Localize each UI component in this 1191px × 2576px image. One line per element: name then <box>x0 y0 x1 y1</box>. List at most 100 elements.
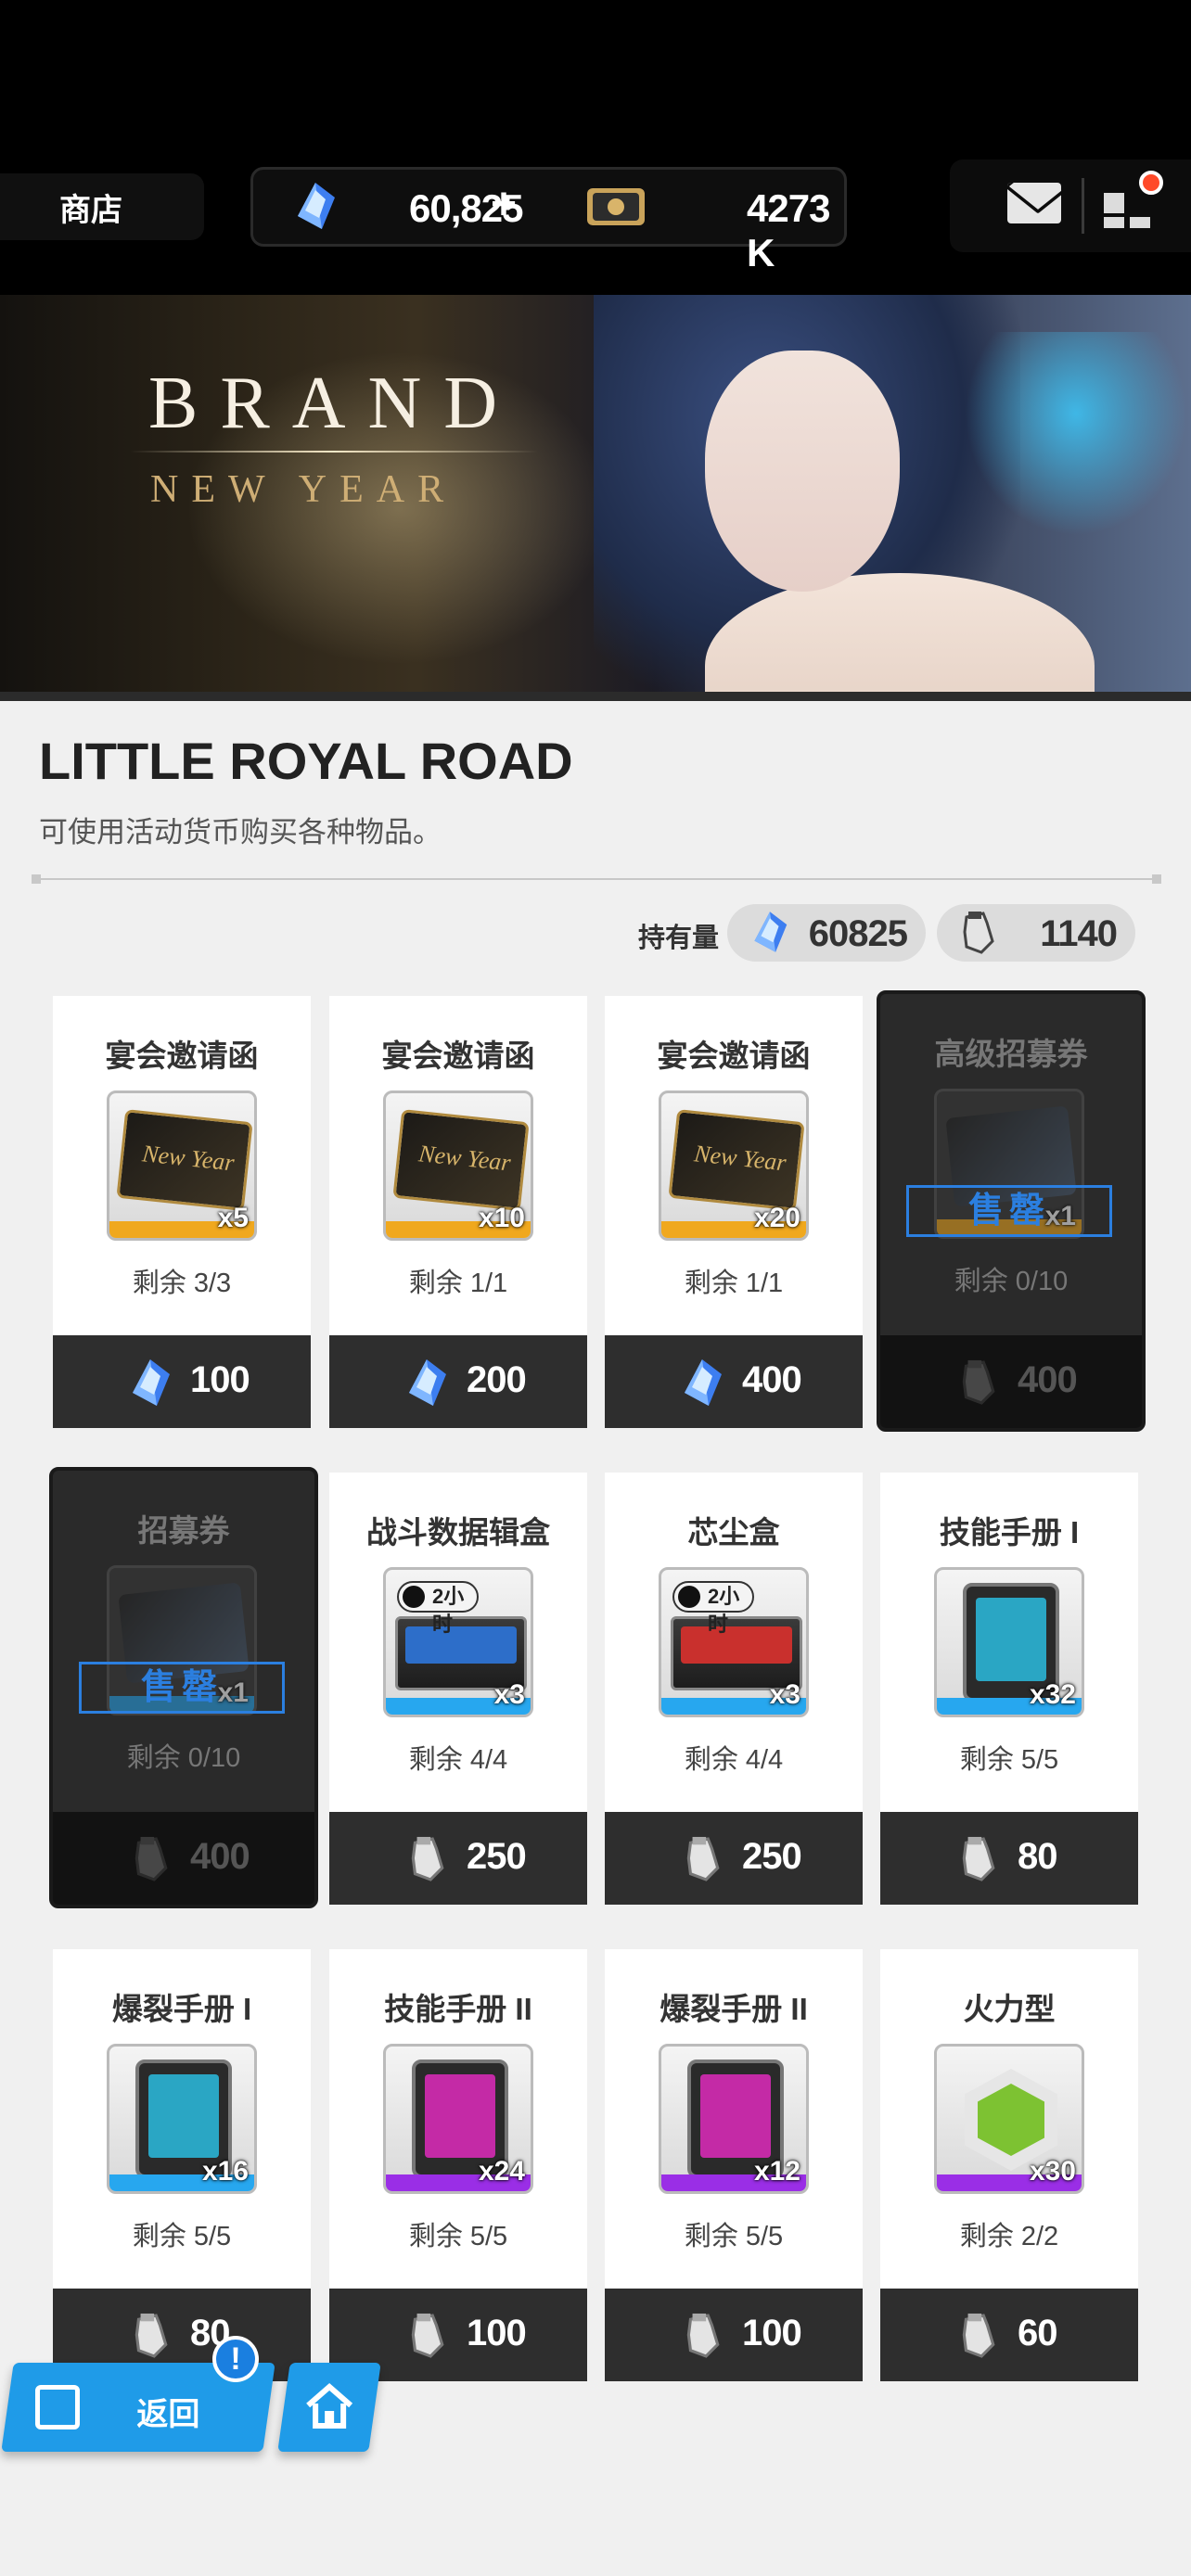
item-name: 火力型 <box>963 1992 1056 2026</box>
item-price: 200 <box>467 1359 527 1400</box>
shop-item-card[interactable]: 爆裂手册 II x12 剩余 5/5 100 <box>605 1949 863 2381</box>
item-icon: x16 <box>107 2044 257 2194</box>
item-icon: x32 <box>934 1567 1084 1717</box>
item-icon: New Year x5 <box>107 1090 257 1241</box>
price-bar: 400 <box>53 1812 314 1905</box>
character-art <box>705 351 900 592</box>
bottle-token-icon <box>405 1834 448 1884</box>
currency-bar: 60,825 + 4273 K <box>250 167 847 274</box>
bottle-token-icon <box>129 1834 172 1884</box>
item-name: 高级招募券 <box>934 1037 1088 1071</box>
timer-badge: 2小时 <box>672 1581 754 1636</box>
credit-amount: 4273 K <box>747 186 830 274</box>
bottle-token-icon <box>405 2311 448 2361</box>
item-price: 400 <box>190 1836 250 1877</box>
item-remaining: 剩余 4/4 <box>684 1745 784 1775</box>
shop-item-card[interactable]: 宴会邀请函 New Year x10 剩余 1/1 200 <box>329 996 587 1428</box>
holding-gem: 60825 <box>727 904 926 962</box>
sold-out-stamp: 售罄 <box>906 1185 1112 1237</box>
item-remaining: 剩余 1/1 <box>684 1269 784 1298</box>
item-price: 60 <box>1018 2313 1057 2353</box>
shop-item-card[interactable]: 爆裂手册 Ix16 剩余 5/5 80 <box>53 1949 311 2381</box>
item-name: 招募券 <box>137 1513 230 1548</box>
gem-icon <box>754 912 788 952</box>
item-quantity: x24 <box>478 2156 525 2187</box>
item-name: 芯尘盒 <box>687 1515 780 1549</box>
item-remaining: 剩余 5/5 <box>408 2222 508 2251</box>
item-icon: x12 <box>659 2044 809 2194</box>
event-banner: BRAND NEW YEAR <box>0 295 1191 701</box>
toolbar-right <box>950 159 1191 252</box>
item-price: 100 <box>467 2313 527 2353</box>
shop-item-card[interactable]: 技能手册 II x24 剩余 5/5 100 <box>329 1949 587 2381</box>
price-bar: 400 <box>880 1335 1142 1428</box>
mail-icon[interactable] <box>1007 183 1061 223</box>
item-icon: New Year x20 <box>659 1090 809 1241</box>
shop-item-card[interactable]: 高级招募券 x1 剩余 0/10 售罄 400 <box>877 990 1146 1432</box>
add-gem-button[interactable]: + <box>491 179 517 230</box>
bottle-token-icon <box>956 1358 999 1408</box>
shop-item-card[interactable]: 宴会邀请函 New Year x20 剩余 1/1 400 <box>605 996 863 1428</box>
bottle-token-icon <box>963 912 994 954</box>
bottle-token-icon <box>681 2311 724 2361</box>
price-bar: 100 <box>605 2289 863 2381</box>
item-name: 宴会邀请函 <box>381 1039 535 1073</box>
item-quantity: x20 <box>753 1203 800 1233</box>
price-bar: 400 <box>605 1335 863 1428</box>
item-remaining: 剩余 0/10 <box>126 1743 241 1773</box>
item-remaining: 剩余 3/3 <box>132 1269 232 1298</box>
item-name: 宴会邀请函 <box>657 1039 811 1073</box>
price-bar: 60 <box>880 2289 1138 2381</box>
gem-icon <box>298 183 335 229</box>
item-remaining: 剩余 1/1 <box>408 1269 508 1298</box>
section-title: LITTLE ROYAL ROAD <box>39 732 573 790</box>
banner-subtitle: NEW YEAR <box>150 468 457 511</box>
shop-tab[interactable]: 商店 <box>0 173 204 240</box>
item-name: 技能手册 II <box>384 1992 532 2026</box>
toolbar-divider <box>1082 178 1084 234</box>
price-bar: 250 <box>605 1812 863 1905</box>
item-quantity: x5 <box>217 1203 249 1233</box>
shop-item-card[interactable]: 宴会邀请函 New Year x5 剩余 3/3 100 <box>53 996 311 1428</box>
shop-item-card[interactable]: 技能手册 I x32 剩余 5/5 80 <box>880 1473 1138 1905</box>
bottle-token-icon <box>129 2311 172 2361</box>
item-quantity: x3 <box>493 1679 525 1710</box>
price-bar: 100 <box>53 1335 311 1428</box>
timer-badge: 2小时 <box>397 1581 479 1636</box>
item-icon: x30 <box>934 2044 1084 2194</box>
bottle-token-icon <box>956 1834 999 1884</box>
item-remaining: 剩余 4/4 <box>408 1745 508 1775</box>
price-bar: 80 <box>880 1812 1138 1905</box>
shop-tab-label: 商店 <box>59 192 122 228</box>
banner-border <box>0 692 1191 701</box>
home-icon <box>306 2383 353 2429</box>
shop-item-card[interactable]: 芯尘盒 x3 2小时 剩余 4/4 250 <box>605 1473 863 1905</box>
section-divider <box>32 874 1161 884</box>
item-icon: x3 2小时 <box>383 1567 533 1717</box>
home-button[interactable] <box>277 2363 381 2452</box>
item-remaining: 剩余 5/5 <box>959 1745 1059 1775</box>
credit-icon <box>587 188 645 225</box>
banner-title: BRAND <box>148 363 520 444</box>
item-remaining: 剩余 2/2 <box>959 2222 1059 2251</box>
shop-item-card[interactable]: 战斗数据辑盒 x3 2小时 剩余 4/4 250 <box>329 1473 587 1905</box>
back-label: 返回 <box>136 2397 200 2432</box>
item-quantity: x32 <box>1029 1679 1076 1710</box>
item-quantity: x16 <box>201 2156 249 2187</box>
sold-out-stamp: 售罄 <box>79 1662 285 1714</box>
gem-icon <box>681 1358 724 1408</box>
exit-icon <box>35 2385 80 2429</box>
holdings-label: 持有量 <box>638 924 720 953</box>
item-price: 400 <box>1018 1359 1078 1400</box>
item-price: 100 <box>190 1359 250 1400</box>
item-icon: New Year x10 <box>383 1090 533 1241</box>
bottle-token-icon <box>956 2311 999 2361</box>
item-price: 80 <box>1018 1836 1057 1877</box>
price-bar: 200 <box>329 1335 587 1428</box>
notification-dot <box>1139 171 1163 195</box>
shop-item-card[interactable]: 火力型 x30 剩余 2/2 60 <box>880 1949 1138 2381</box>
item-price: 250 <box>467 1836 527 1877</box>
shop-screen: 商店 60,825 + 4273 K BRAND NEW YEAR LITTLE… <box>0 0 1191 2576</box>
holding-gem-amount: 60825 <box>808 913 908 954</box>
shop-item-card[interactable]: 招募券 x1 剩余 0/10 售罄 400 <box>49 1467 318 1908</box>
